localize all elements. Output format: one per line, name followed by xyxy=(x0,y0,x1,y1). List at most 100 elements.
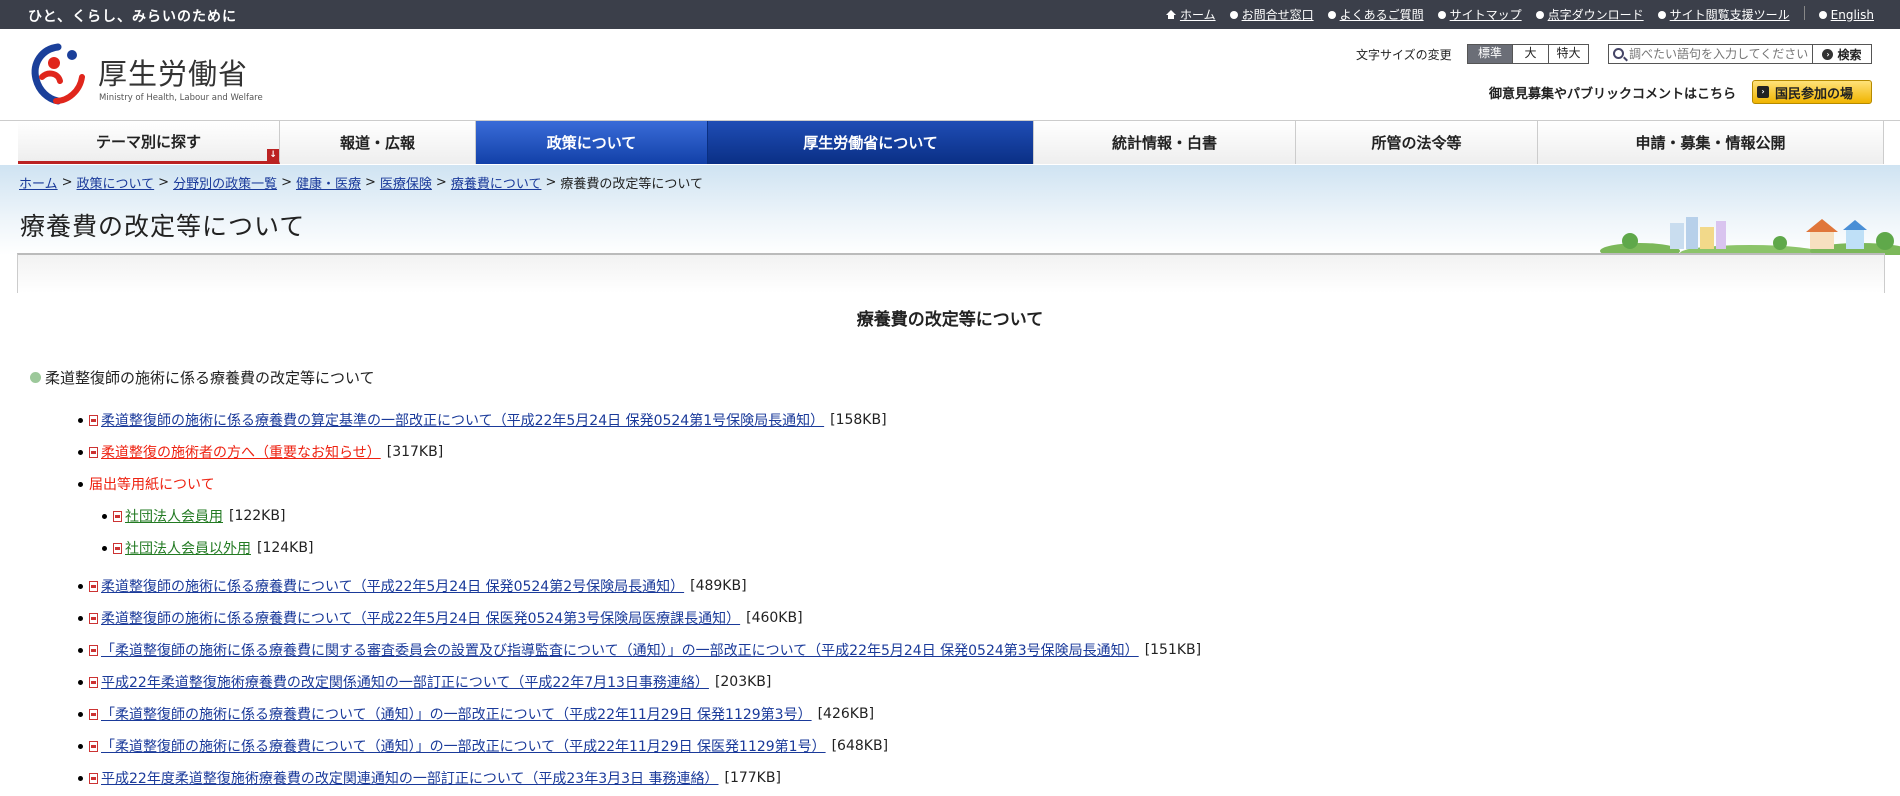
search-button[interactable]: › 検索 xyxy=(1812,44,1872,64)
english-link[interactable]: English xyxy=(1818,6,1874,23)
list-item: 「柔道整復師の施術に係る療養費に関する審査委員会の設置及び指導監査について（通知… xyxy=(78,634,1878,666)
document-link[interactable]: 「柔道整復師の施術に係る療養費について（通知）」の一部改正について（平成22年1… xyxy=(101,704,812,724)
pdf-icon xyxy=(89,644,98,656)
list-item: 社団法人会員以外用 [124KB] xyxy=(78,532,1878,564)
pdf-icon xyxy=(113,510,122,522)
list-item: 柔道整復の施術者の方へ（重要なお知らせ） [317KB] xyxy=(78,436,1878,468)
list-item: 社団法人会員用 [122KB] xyxy=(78,500,1878,532)
file-size: [151KB] xyxy=(1144,642,1202,658)
document-link[interactable]: 社団法人会員以外用 xyxy=(125,538,251,558)
public-comment-label: 御意見募集やパブリックコメントはこちら xyxy=(1489,87,1737,102)
public-participation-button[interactable]: › 国民参加の場 xyxy=(1752,80,1872,104)
list-item: 柔道整復師の施術に係る療養費について（平成22年5月24日 保医発0524第3号… xyxy=(78,602,1878,634)
pdf-icon xyxy=(89,772,98,784)
pdf-icon xyxy=(89,676,98,688)
pdf-icon xyxy=(89,414,98,426)
global-nav: テーマ別に探す 報道・広報 政策について 厚生労働省について 統計情報・白書 所… xyxy=(18,121,1884,164)
bullet-icon xyxy=(1437,10,1446,19)
title-band: ホーム > 政策について > 分野別の政策一覧 > 健康・医療 > 医療保険 > 療養費に… xyxy=(0,165,1900,255)
faq-link[interactable]: よくあるご質問 xyxy=(1327,6,1424,23)
file-size: [426KB] xyxy=(817,706,875,722)
contact-link[interactable]: お問合せ窓口 xyxy=(1229,6,1314,23)
file-size: [177KB] xyxy=(724,770,781,786)
file-size: [158KB] xyxy=(830,412,887,428)
document-link[interactable]: 社団法人会員用 xyxy=(125,506,223,526)
pdf-icon xyxy=(89,740,98,752)
content-heading: 療養費の改定等について xyxy=(856,310,1044,330)
pdf-icon xyxy=(89,708,98,720)
document-link[interactable]: 柔道整復師の施術に係る療養費について（平成22年5月24日 保発0524第2号保… xyxy=(101,576,684,596)
breadcrumb: ホーム > 政策について > 分野別の政策一覧 > 健康・医療 > 医療保険 > 療養費に… xyxy=(19,173,703,192)
breadcrumb-policy[interactable]: 政策について xyxy=(77,173,155,192)
bullet-icon xyxy=(1818,10,1827,19)
nav-statistics[interactable]: 統計情報・白書 xyxy=(1034,121,1296,164)
file-size: [203KB] xyxy=(714,674,772,690)
site-header: 厚生労働省 Ministry of Health, Labour and Wel… xyxy=(0,29,1900,121)
bullet-icon xyxy=(1535,10,1544,19)
logo-mark-icon xyxy=(31,43,85,105)
ministry-logo[interactable]: 厚生労働省 Ministry of Health, Labour and Wel… xyxy=(28,41,268,109)
file-size: [122KB] xyxy=(229,508,286,524)
home-icon xyxy=(1165,10,1176,19)
nav-policy[interactable]: 政策について xyxy=(476,121,708,164)
list-item: 「柔道整復師の施術に係る療養費について（通知）」の一部改正について（平成22年1… xyxy=(78,730,1878,762)
document-link[interactable]: 柔道整復師の施術に係る療養費の算定基準の一部改正について（平成22年5月24日 … xyxy=(101,410,824,430)
bullet-icon xyxy=(1657,10,1666,19)
forms-label: 届出等用紙について xyxy=(89,477,215,493)
section-heading: 柔道整復師の施術に係る療養費の改定等について xyxy=(30,367,375,388)
search-input[interactable] xyxy=(1629,46,1813,62)
font-size-label: 文字サイズの変更 xyxy=(1356,48,1452,62)
town-illustration-icon xyxy=(1600,217,1900,255)
pdf-icon xyxy=(113,542,122,554)
document-link[interactable]: 柔道整復の施術者の方へ（重要なお知らせ） xyxy=(101,442,381,462)
arrow-right-icon: › xyxy=(1757,86,1769,98)
document-link[interactable]: 「柔道整復師の施術に係る療養費に関する審査委員会の設置及び指導監査について（通知… xyxy=(101,640,1139,660)
nav-applications[interactable]: 申請・募集・情報公開 xyxy=(1538,121,1884,164)
file-size: [460KB] xyxy=(746,610,803,626)
divider xyxy=(1803,6,1805,20)
logo-title: 厚生労働省 xyxy=(98,57,249,91)
list-item: 柔道整復師の施術に係る療養費の算定基準の一部改正について（平成22年5月24日 … xyxy=(78,404,1878,436)
list-item: 柔道整復師の施術に係る療養費について（平成22年5月24日 保発0524第2号保… xyxy=(78,570,1878,602)
breadcrumb-home[interactable]: ホーム xyxy=(19,173,58,192)
font-size-large-button[interactable]: 大 xyxy=(1512,45,1548,63)
sitemap-link[interactable]: サイトマップ xyxy=(1437,6,1522,23)
font-size-xlarge-button[interactable]: 特大 xyxy=(1548,45,1588,63)
breadcrumb-policy-list[interactable]: 分野別の政策一覧 xyxy=(173,173,277,192)
pdf-icon xyxy=(89,580,98,592)
list-item: 平成22年柔道整復施術療養費の改定関係通知の一部訂正について（平成22年7月13… xyxy=(78,666,1878,698)
search-box xyxy=(1608,44,1814,64)
file-size: [317KB] xyxy=(386,444,444,460)
breadcrumb-medical-expenses[interactable]: 療養費について xyxy=(451,173,542,192)
nav-about-ministry[interactable]: 厚生労働省について xyxy=(708,121,1034,164)
font-size-switcher: 標準 大 特大 xyxy=(1467,44,1589,64)
top-bar: ひと、くらし、みらいのために ホーム お問合せ窓口 よくあるご質問 サイトマップ… xyxy=(0,0,1900,29)
file-size: [489KB] xyxy=(690,578,747,594)
document-link[interactable]: 「柔道整復師の施術に係る療養費について（通知）」の一部改正について（平成22年1… xyxy=(101,736,826,756)
font-size-standard-button[interactable]: 標準 xyxy=(1468,45,1512,63)
logo-subtitle: Ministry of Health, Labour and Welfare xyxy=(99,93,263,103)
nav-laws[interactable]: 所管の法令等 xyxy=(1296,121,1538,164)
utility-links: ホーム お問合せ窓口 よくあるご質問 サイトマップ 点字ダウンロード サイト閲覧… xyxy=(1152,6,1874,23)
document-link[interactable]: 柔道整復師の施術に係る療養費について（平成22年5月24日 保医発0524第3号… xyxy=(101,608,740,628)
pdf-icon xyxy=(89,446,98,458)
document-link[interactable]: 平成22年度柔道整復施術療養費の改定関連通知の一部訂正について（平成23年3月3… xyxy=(101,768,718,788)
home-link[interactable]: ホーム xyxy=(1165,6,1216,23)
accessibility-tool-link[interactable]: サイト閲覧支援ツール xyxy=(1657,6,1790,23)
file-size: [648KB] xyxy=(831,738,889,754)
document-list: 柔道整復師の施術に係る療養費の算定基準の一部改正について（平成22年5月24日 … xyxy=(78,404,1878,794)
content-frame xyxy=(17,253,1885,293)
file-size: [124KB] xyxy=(257,540,314,556)
pdf-icon xyxy=(89,612,98,624)
bullet-icon xyxy=(1229,10,1238,19)
braille-download-link[interactable]: 点字ダウンロード xyxy=(1535,6,1644,23)
list-item: 届出等用紙について xyxy=(78,468,1878,500)
arrow-right-icon: › xyxy=(1822,48,1834,60)
nav-theme-search[interactable]: テーマ別に探す xyxy=(18,121,280,164)
document-link[interactable]: 平成22年柔道整復施術療養費の改定関係通知の一部訂正について（平成22年7月13… xyxy=(101,672,709,692)
nav-press[interactable]: 報道・広報 xyxy=(280,121,476,164)
breadcrumb-insurance[interactable]: 医療保険 xyxy=(380,173,432,192)
breadcrumb-health[interactable]: 健康・医療 xyxy=(296,173,361,192)
green-dot-icon xyxy=(30,372,41,383)
search-icon xyxy=(1613,48,1624,59)
